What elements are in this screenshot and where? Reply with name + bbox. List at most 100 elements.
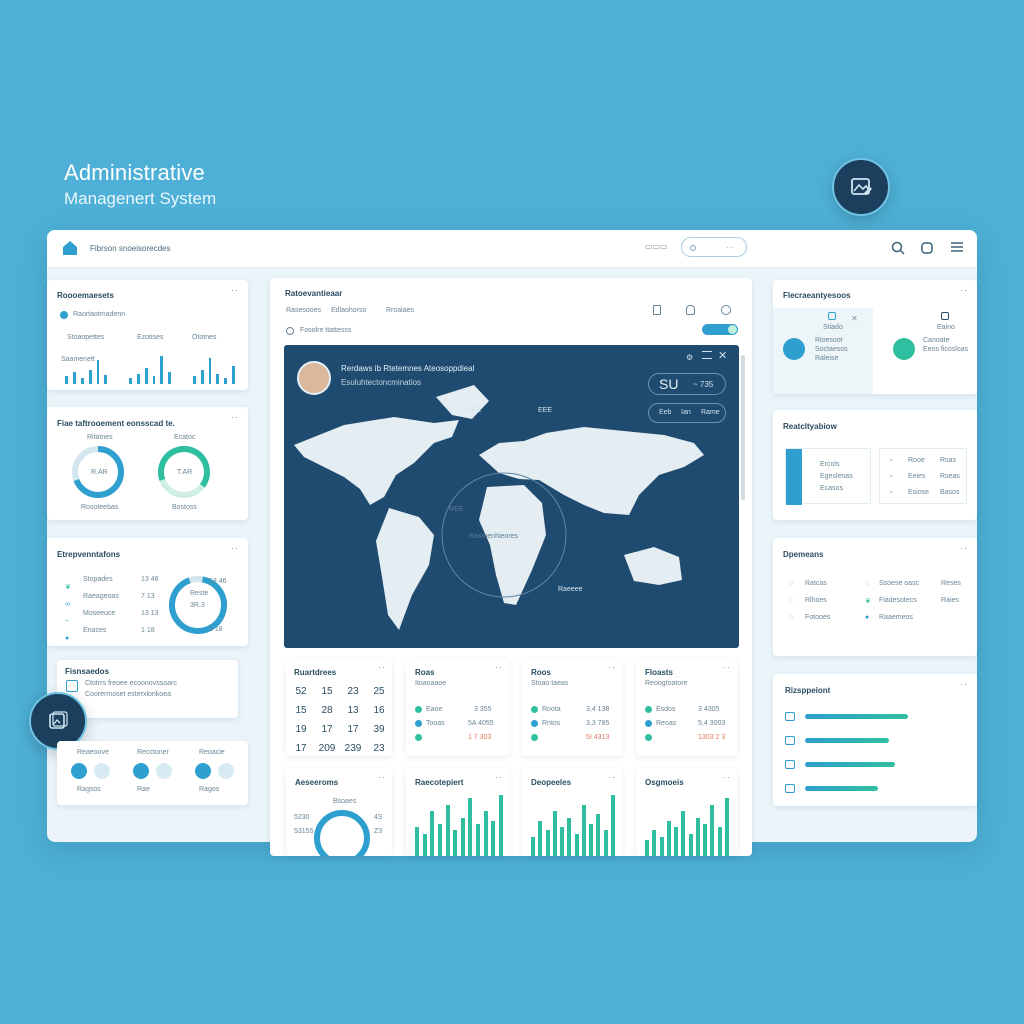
toggle-switch[interactable]: [702, 324, 738, 335]
status-icon[interactable]: [721, 305, 731, 315]
breadcrumb[interactable]: Fibrson snoeisorecdes: [90, 244, 170, 253]
ring-title: Ritatnes: [87, 434, 113, 441]
bar-chart-card: Osgmoeis ··: [636, 768, 737, 856]
settings-icon[interactable]: ⚙: [686, 353, 693, 362]
avatar[interactable]: [297, 361, 331, 395]
progress-row: [785, 758, 965, 772]
frequency-item[interactable]: Eaino Canoate Eeos ficosloas: [883, 308, 977, 394]
radio-button[interactable]: [286, 327, 294, 335]
close-icon[interactable]: ✕: [718, 349, 727, 362]
stat-card: Floasts ·· Reoogtoatore Esdos 3 4305 Reo…: [636, 658, 737, 756]
row-value: 5,4 3003: [698, 720, 726, 727]
bar-chart-card: Deopeeles ··: [522, 768, 622, 856]
more-icon[interactable]: ··: [723, 662, 731, 672]
rings-card: Fiae taftrooement eonsscad te. ·· Ritatn…: [47, 407, 248, 520]
row-label: Ssoese oasc: [879, 580, 920, 587]
more-icon[interactable]: ··: [495, 662, 503, 672]
document-icon[interactable]: [653, 305, 661, 315]
chart-bar: [460, 818, 465, 856]
row-label: Reoas: [656, 720, 677, 727]
grid-label: Basos: [940, 489, 960, 496]
lock-icon[interactable]: [686, 305, 695, 315]
map-subheading: Esuluhtectoncminatios: [341, 378, 422, 387]
search-icon[interactable]: [891, 241, 905, 255]
more-icon[interactable]: ··: [378, 662, 386, 672]
menu-icon[interactable]: [950, 241, 964, 253]
stat-pill[interactable]: SU ~ 735: [648, 373, 726, 395]
home-icon[interactable]: [61, 239, 79, 262]
link-icon: ◌: [865, 580, 870, 587]
more-icon[interactable]: ··: [231, 412, 239, 422]
leaf-icon: ❦: [865, 598, 871, 605]
more-icon[interactable]: ··: [231, 285, 239, 295]
item-icon: [785, 784, 795, 793]
activity-panel[interactable]: Ercols Egeslenas Ecasos: [785, 448, 871, 505]
chart-bar: [476, 824, 481, 856]
row-value: 1 7 303: [468, 734, 492, 741]
activity-label: Ercols: [820, 461, 840, 468]
filter-pill[interactable]: Eeb Ian Rame: [648, 403, 726, 423]
toggle-switch[interactable]: [133, 763, 149, 779]
minimize-icon[interactable]: [702, 351, 712, 359]
view-toggle[interactable]: ▭▭▭: [645, 242, 668, 251]
search-icon: [690, 245, 696, 251]
card-title: Floasts: [645, 668, 674, 677]
map-label: Raeeee: [558, 586, 583, 593]
tab-3[interactable]: Rroalaes: [386, 307, 414, 314]
more-icon[interactable]: ··: [960, 543, 968, 553]
search-input[interactable]: ···: [681, 237, 747, 257]
world-map-panel[interactable]: Rerdaws ib Rtetemnes Ateosoppdieal Esulu…: [284, 345, 739, 648]
gauge-label: Bsoaes: [333, 798, 357, 805]
more-icon[interactable]: ··: [608, 772, 616, 782]
bell-icon: [828, 312, 836, 320]
more-icon[interactable]: ··: [495, 772, 503, 782]
card-subtitle: Reoogtoatore: [645, 680, 688, 687]
toggle-switch[interactable]: [94, 763, 110, 779]
chart-bar: [611, 795, 615, 856]
row-label: Reses: [941, 580, 961, 587]
scrollbar[interactable]: [741, 355, 745, 500]
gallery-icon: [49, 711, 68, 729]
gauge-value: 4S: [374, 814, 383, 821]
image-edit-button[interactable]: [832, 158, 890, 216]
mini-bar-chart: [65, 356, 236, 384]
row-value: 3,4 138: [586, 706, 610, 713]
toggle-switch[interactable]: [195, 763, 211, 779]
more-icon[interactable]: ··: [231, 543, 239, 553]
activity-grid: ▫ Rooe Rsas ▫ Eeies Rseas ▫ Esiose Basos: [879, 448, 967, 504]
radio-label: Fosolre ttattesss: [300, 327, 352, 334]
toggle-foot: Ragsos: [77, 786, 101, 793]
item-title: Stiado: [823, 324, 843, 331]
more-icon[interactable]: ··: [608, 662, 616, 672]
pill-label: Eeb: [659, 409, 672, 416]
toggle-switch[interactable]: [156, 763, 172, 779]
grid-label: Rseas: [940, 473, 960, 480]
bell-icon[interactable]: [920, 240, 934, 256]
ellipsis-icon: ···: [726, 243, 734, 252]
note-line: Coorermoset esterxlonkoea: [85, 691, 171, 698]
card-title: Aeseeroms: [295, 778, 339, 787]
ring-center: R.AR: [91, 469, 108, 476]
more-icon[interactable]: ··: [378, 772, 386, 782]
row-label: Tooas: [426, 720, 445, 727]
row-label: Raaemeos: [879, 614, 913, 621]
activity-label: Ecasos: [820, 485, 843, 492]
more-icon[interactable]: ··: [960, 285, 968, 295]
toggle-switch[interactable]: [71, 763, 87, 779]
more-icon[interactable]: ··: [723, 772, 731, 782]
chart-bar: [415, 827, 419, 856]
frequency-item[interactable]: ✕ Stiado Rioesoot Soctaesos Raleise: [773, 308, 873, 394]
operations-card: Dpemeans ·· ◌ Ratcas ◌ Ssoese oasc Reses…: [773, 538, 977, 656]
tab-1[interactable]: Rasesooes: [286, 307, 321, 314]
note-line: Ctotrrs freoee ecoonovssoarc: [85, 680, 177, 687]
status-dot-icon: [415, 720, 422, 727]
toggle-switch[interactable]: [218, 763, 234, 779]
tab-2[interactable]: Edlaohorso: [331, 307, 366, 314]
more-icon[interactable]: ··: [960, 679, 968, 689]
chart-label: Ezotises: [137, 334, 164, 341]
chart-bar: [552, 811, 557, 856]
ring-title: Reste: [190, 590, 209, 597]
row-label: Rlhoes: [805, 597, 827, 604]
item-icon: [785, 712, 795, 721]
status-dot-icon: [60, 311, 68, 319]
